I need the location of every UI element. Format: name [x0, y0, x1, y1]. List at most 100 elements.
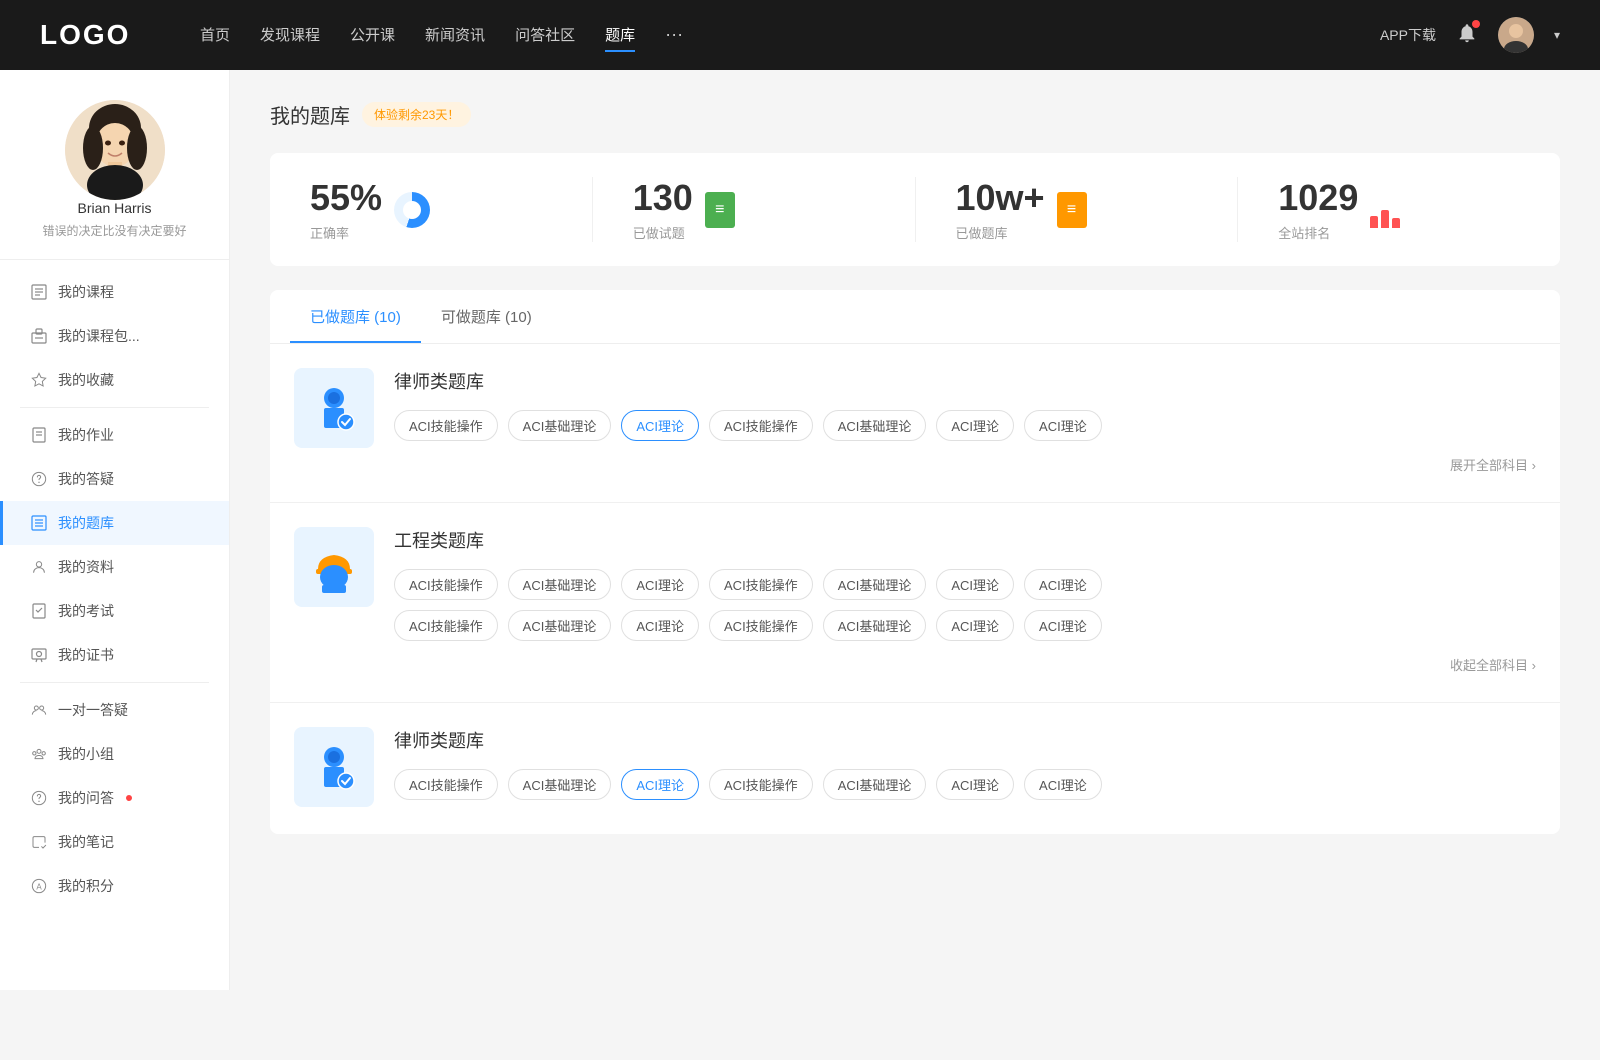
stat-rank-label: 全站排名	[1278, 223, 1358, 242]
svg-text:A: A	[36, 882, 42, 891]
sidebar-item-favorites[interactable]: 我的收藏	[0, 358, 229, 402]
tabs-row: 已做题库 (10) 可做题库 (10)	[270, 290, 1560, 344]
lawyer-icon-wrap-0	[294, 368, 374, 448]
bar3	[1392, 218, 1400, 228]
tag-1a-0[interactable]: ACI技能操作	[394, 569, 498, 600]
sidebar-item-oneone[interactable]: 一对一答疑	[0, 688, 229, 732]
nav-library[interactable]: 题库	[605, 19, 635, 52]
divider-2	[20, 682, 209, 683]
profile-avatar-image	[65, 100, 165, 200]
library-header-2: 律师类题库 ACI技能操作 ACI基础理论 ACI理论 ACI技能操作 ACI基…	[294, 727, 1536, 810]
cert-icon	[30, 646, 48, 664]
tag-2-4[interactable]: ACI基础理论	[823, 769, 927, 800]
stat-done-banks-info: 10w+ 已做题库	[956, 177, 1045, 242]
nav-news[interactable]: 新闻资讯	[425, 19, 485, 52]
sidebar-item-library[interactable]: 我的题库	[0, 501, 229, 545]
library-title-1: 工程类题库	[394, 527, 1536, 553]
tag-1b-1[interactable]: ACI基础理论	[508, 610, 612, 641]
tag-1b-0[interactable]: ACI技能操作	[394, 610, 498, 641]
tag-1b-3[interactable]: ACI技能操作	[709, 610, 813, 641]
tag-1a-5[interactable]: ACI理论	[936, 569, 1014, 600]
sidebar-item-profile[interactable]: 我的资料	[0, 545, 229, 589]
oneone-icon	[30, 701, 48, 719]
user-avatar[interactable]	[1498, 17, 1534, 53]
package-icon	[30, 327, 48, 345]
nav-qa[interactable]: 问答社区	[515, 19, 575, 52]
sidebar-item-cert[interactable]: 我的证书	[0, 633, 229, 677]
stat-rank-number: 1029	[1278, 177, 1358, 219]
tag-2-5[interactable]: ACI理论	[936, 769, 1014, 800]
tag-1b-4[interactable]: ACI基础理论	[823, 610, 927, 641]
tag-0-1[interactable]: ACI基础理论	[508, 410, 612, 441]
tag-1a-1[interactable]: ACI基础理论	[508, 569, 612, 600]
app-download-link[interactable]: APP下载	[1380, 25, 1436, 45]
library-container: 律师类题库 ACI技能操作 ACI基础理论 ACI理论 ACI技能操作 ACI基…	[270, 344, 1560, 834]
tag-2-2[interactable]: ACI理论	[621, 769, 699, 800]
tag-0-3[interactable]: ACI技能操作	[709, 410, 813, 441]
tag-1a-6[interactable]: ACI理论	[1024, 569, 1102, 600]
tag-1a-2[interactable]: ACI理论	[621, 569, 699, 600]
user-menu-chevron[interactable]: ▾	[1554, 28, 1560, 42]
tag-0-5[interactable]: ACI理论	[936, 410, 1014, 441]
expand-link-0[interactable]: 展开全部科目 ›	[394, 451, 1536, 478]
divider-1	[20, 407, 209, 408]
myqa-icon	[30, 789, 48, 807]
tag-1b-5[interactable]: ACI理论	[936, 610, 1014, 641]
profile-motto: 错误的决定比没有决定要好	[42, 222, 186, 239]
tag-1b-6[interactable]: ACI理论	[1024, 610, 1102, 641]
course-icon	[30, 283, 48, 301]
sidebar-item-points[interactable]: A 我的积分	[0, 864, 229, 908]
tag-2-0[interactable]: ACI技能操作	[394, 769, 498, 800]
star-icon	[30, 371, 48, 389]
tag-0-6[interactable]: ACI理论	[1024, 410, 1102, 441]
tag-2-1[interactable]: ACI基础理论	[508, 769, 612, 800]
expand-link-1[interactable]: 收起全部科目 ›	[394, 651, 1536, 678]
library-content-2: 律师类题库 ACI技能操作 ACI基础理论 ACI理论 ACI技能操作 ACI基…	[394, 727, 1536, 810]
nav-open-course[interactable]: 公开课	[350, 19, 395, 52]
notification-bell[interactable]	[1456, 22, 1478, 49]
stat-done-banks: 10w+ 已做题库	[916, 177, 1239, 242]
nav-discover[interactable]: 发现课程	[260, 19, 320, 52]
stat-done-questions: 130 已做试题	[593, 177, 916, 242]
profile-section: Brian Harris 错误的决定比没有决定要好	[0, 100, 229, 260]
stat-done-questions-info: 130 已做试题	[633, 177, 693, 242]
profile-avatar	[65, 100, 165, 200]
sidebar-item-note[interactable]: 我的笔记	[0, 820, 229, 864]
sidebar-label-exam: 我的考试	[58, 601, 114, 621]
sidebar-menu: 我的课程 我的课程包... 我的收藏	[0, 260, 229, 918]
sidebar-label-profile: 我的资料	[58, 557, 114, 577]
tag-0-0[interactable]: ACI技能操作	[394, 410, 498, 441]
note-icon	[30, 833, 48, 851]
tag-1a-4[interactable]: ACI基础理论	[823, 569, 927, 600]
tag-0-4[interactable]: ACI基础理论	[823, 410, 927, 441]
tab-available[interactable]: 可做题库 (10)	[421, 290, 552, 343]
header: LOGO 首页 发现课程 公开课 新闻资讯 问答社区 题库 ··· APP下载 …	[0, 0, 1600, 70]
sidebar-label-oneone: 一对一答疑	[58, 700, 128, 720]
library-icon	[30, 514, 48, 532]
list-icon	[1057, 192, 1087, 228]
nav-home[interactable]: 首页	[200, 19, 230, 52]
exam-icon	[30, 602, 48, 620]
sidebar-item-group[interactable]: 我的小组	[0, 732, 229, 776]
tab-done[interactable]: 已做题库 (10)	[290, 290, 421, 343]
sidebar-label-favorites: 我的收藏	[58, 370, 114, 390]
library-section-2: 律师类题库 ACI技能操作 ACI基础理论 ACI理论 ACI技能操作 ACI基…	[270, 703, 1560, 834]
sidebar-item-exam[interactable]: 我的考试	[0, 589, 229, 633]
tag-0-2[interactable]: ACI理论	[621, 410, 699, 441]
list-icon-wrap	[1057, 192, 1093, 228]
sidebar-item-myqa[interactable]: 我的问答	[0, 776, 229, 820]
library-header-1: 工程类题库 ACI技能操作 ACI基础理论 ACI理论 ACI技能操作 ACI基…	[294, 527, 1536, 678]
sidebar-item-package[interactable]: 我的课程包...	[0, 314, 229, 358]
tag-1a-3[interactable]: ACI技能操作	[709, 569, 813, 600]
engineer-icon	[308, 541, 360, 593]
sidebar-item-course[interactable]: 我的课程	[0, 270, 229, 314]
tag-2-3[interactable]: ACI技能操作	[709, 769, 813, 800]
tag-1b-2[interactable]: ACI理论	[621, 610, 699, 641]
nav-more[interactable]: ···	[665, 19, 683, 52]
sidebar-item-qa[interactable]: 我的答疑	[0, 457, 229, 501]
question-icon	[30, 470, 48, 488]
tag-2-6[interactable]: ACI理论	[1024, 769, 1102, 800]
myqa-dot	[126, 795, 132, 801]
sidebar-item-homework[interactable]: 我的作业	[0, 413, 229, 457]
avatar-image	[1498, 17, 1534, 53]
